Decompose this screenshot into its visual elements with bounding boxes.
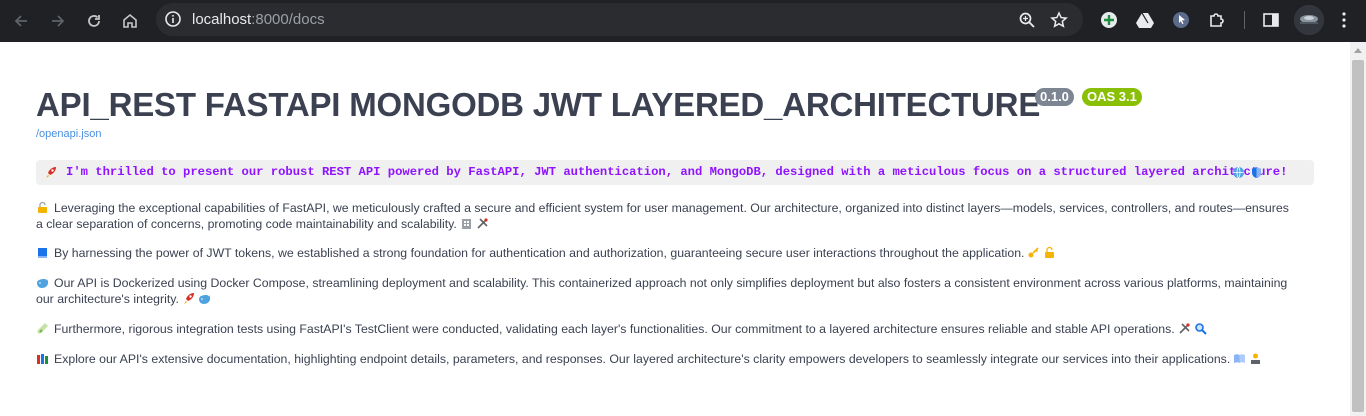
paragraph-text: Explore our API's extensive documentatio… xyxy=(54,352,1231,366)
oas-badge: OAS 3.1 xyxy=(1082,88,1142,106)
paragraph-text: By harnessing the power of JWT tokens, w… xyxy=(54,246,1025,260)
paragraph-text: Leveraging the exceptional capabilities … xyxy=(36,201,1289,231)
globe-icon xyxy=(1232,166,1245,179)
profile-avatar[interactable] xyxy=(1294,5,1324,35)
shield-icon xyxy=(1250,166,1263,179)
cursor-extension-icon[interactable] xyxy=(1170,9,1192,31)
paragraph-text: Furthermore, rigorous integration tests … xyxy=(54,322,1175,336)
browser-toolbar: localhost:8000/docs xyxy=(0,0,1366,42)
page-scrollbar[interactable] xyxy=(1350,42,1366,416)
browser-menu-icon[interactable] xyxy=(1333,9,1355,31)
drive-extension-icon[interactable] xyxy=(1134,9,1156,31)
lock-icon xyxy=(36,201,49,214)
description-paragraph-1: Leveraging the exceptional capabilities … xyxy=(36,200,1296,232)
open-book-icon xyxy=(1233,352,1246,365)
building-icon xyxy=(460,217,473,230)
lock-icon xyxy=(1043,246,1056,259)
add-extension-icon[interactable] xyxy=(1098,9,1120,31)
scroll-up-arrow-icon[interactable] xyxy=(1354,48,1362,53)
swagger-docs-page: API_REST FASTAPI MONGODB JWT LAYERED_ARC… xyxy=(0,42,1350,416)
tools-icon xyxy=(1178,322,1191,335)
book-icon xyxy=(36,246,49,259)
rocket-icon xyxy=(44,166,57,179)
magnifier-icon xyxy=(1194,322,1207,335)
api-title: API_REST FASTAPI MONGODB JWT LAYERED_ARC… xyxy=(36,86,1041,123)
description-paragraph-2: By harnessing the power of JWT tokens, w… xyxy=(36,245,1296,261)
reload-icon[interactable] xyxy=(81,8,107,34)
test-tube-icon xyxy=(36,322,49,335)
whale-icon xyxy=(36,276,49,289)
side-panel-icon[interactable] xyxy=(1260,9,1282,31)
intro-code-block: I'm thrilled to present our robust REST … xyxy=(36,160,1314,185)
bookmark-star-icon[interactable] xyxy=(1049,10,1069,30)
technologist-icon xyxy=(1249,352,1262,365)
description-paragraph-4: Furthermore, rigorous integration tests … xyxy=(36,321,1296,337)
tools-icon xyxy=(476,217,489,230)
rocket-icon xyxy=(182,292,195,305)
forward-arrow-icon[interactable] xyxy=(45,8,71,34)
whale-icon xyxy=(198,292,211,305)
site-info-icon[interactable] xyxy=(164,10,182,28)
version-badge: 0.1.0 xyxy=(1035,88,1074,106)
key-icon xyxy=(1027,246,1040,259)
toolbar-divider xyxy=(1244,11,1245,29)
description-paragraph-5: Explore our API's extensive documentatio… xyxy=(36,351,1296,367)
zoom-icon[interactable] xyxy=(1017,10,1037,30)
home-icon[interactable] xyxy=(117,8,143,34)
intro-text: I'm thrilled to present our robust REST … xyxy=(66,165,1288,179)
description-paragraph-3: Our API is Dockerized using Docker Compo… xyxy=(36,275,1296,307)
puzzle-extensions-icon[interactable] xyxy=(1206,9,1228,31)
paragraph-text: Our API is Dockerized using Docker Compo… xyxy=(36,276,1288,306)
address-bar[interactable]: localhost:8000/docs xyxy=(156,3,1083,36)
back-arrow-icon[interactable] xyxy=(8,8,34,34)
url-path: :8000/docs xyxy=(251,11,325,28)
books-icon xyxy=(36,352,49,365)
scrollbar-thumb[interactable] xyxy=(1352,60,1364,412)
url-host: localhost xyxy=(192,11,252,28)
url-text[interactable]: localhost:8000/docs xyxy=(192,3,325,36)
openapi-json-link[interactable]: /openapi.json xyxy=(36,128,101,140)
